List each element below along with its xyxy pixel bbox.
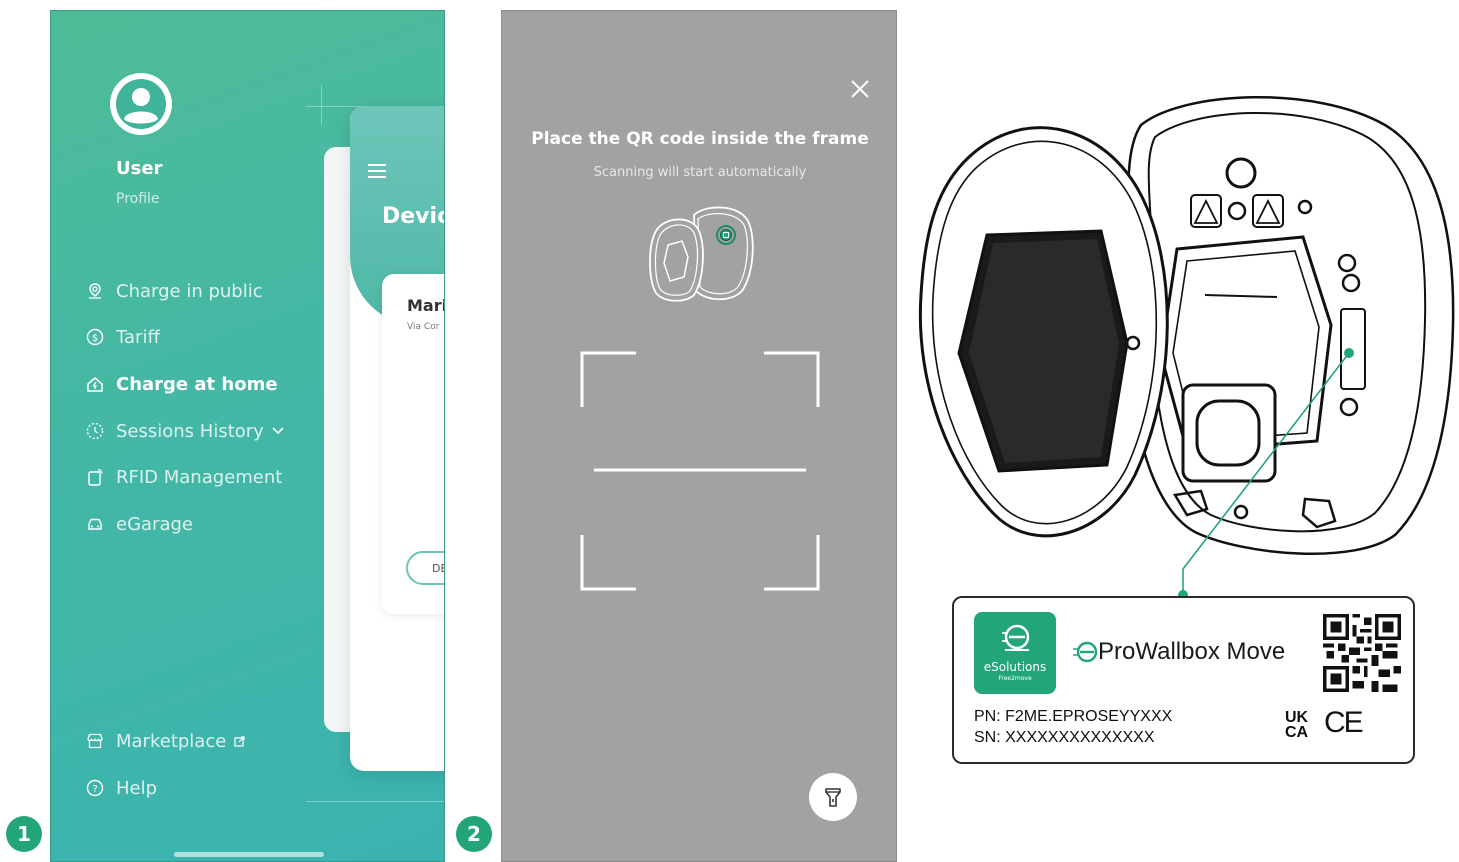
device-item-card[interactable]: Mari Via Cor DE	[382, 274, 445, 614]
svg-text:?: ?	[92, 784, 97, 795]
device-item-address: Via Cor	[407, 322, 440, 332]
store-icon	[85, 731, 105, 751]
user-profile-link[interactable]: Profile	[116, 191, 160, 207]
wallbox-device-illustration	[918, 95, 1455, 600]
menu-item-label: eGarage	[116, 513, 193, 535]
user-icon	[116, 79, 166, 129]
side-menu-screen: Devic Mari Via Cor DE User Profile Charg…	[50, 10, 445, 862]
ukca-mark: UK CA	[1285, 709, 1309, 741]
decor-line	[306, 801, 444, 802]
menu-item-label: Sessions History	[116, 420, 264, 442]
close-icon[interactable]	[848, 77, 872, 101]
step-badge-1: 1	[6, 816, 42, 852]
home-charge-icon	[85, 374, 105, 394]
scan-title: Place the QR code inside the frame	[531, 129, 869, 149]
qr-code-icon	[1323, 614, 1401, 692]
menu-item-tariff[interactable]: $ Tariff	[85, 323, 160, 351]
product-name-text: ProWallbox Move	[1098, 638, 1286, 665]
ce-mark: CE	[1324, 706, 1364, 739]
menu-item-marketplace[interactable]: Marketplace	[85, 727, 245, 755]
svg-text:$: $	[92, 333, 98, 344]
step-badge-2: 2	[456, 816, 492, 852]
location-pin-icon	[85, 281, 105, 301]
brand-name: eSolutions	[983, 660, 1047, 674]
part-number: PN: F2ME.EPROSEYYXXX	[974, 708, 1173, 725]
esolutions-logo-icon	[1002, 624, 1030, 651]
flashlight-icon	[825, 788, 841, 807]
chevron-down-icon[interactable]	[272, 427, 284, 435]
history-icon	[85, 421, 105, 441]
home-indicator	[174, 852, 324, 857]
ukca-mark-bottom: CA	[1285, 724, 1309, 741]
menu-item-help[interactable]: ? Help	[85, 774, 157, 802]
menu-item-sessions-history[interactable]: Sessions History	[85, 417, 284, 445]
menu-item-label: Charge in public	[116, 280, 263, 302]
user-name[interactable]: User	[116, 158, 162, 179]
menu-item-label: Tariff	[116, 326, 160, 348]
menu-item-rfid-management[interactable]: RFID Management	[85, 463, 282, 491]
dollar-coin-icon: $	[85, 327, 105, 347]
serial-number: SN: XXXXXXXXXXXXXX	[974, 729, 1155, 746]
external-link-icon	[234, 735, 245, 747]
menu-item-label: RFID Management	[116, 466, 283, 488]
rfid-card-icon	[85, 467, 105, 487]
ukca-mark-top: UK	[1285, 709, 1309, 726]
wallbox-illustration	[649, 206, 754, 302]
scan-subtitle: Scanning will start automatically	[593, 165, 807, 180]
avatar[interactable]	[110, 73, 172, 135]
menu-item-charge-in-public[interactable]: Charge in public	[85, 277, 263, 305]
scan-frame	[580, 351, 820, 591]
menu-item-charge-at-home[interactable]: Charge at home	[85, 370, 278, 398]
decor-line	[321, 85, 322, 125]
device-details-button[interactable]: DE	[406, 551, 444, 585]
menu-item-label: Marketplace	[116, 730, 227, 752]
brand-subtitle: Free2move	[998, 675, 1032, 682]
qr-scanner-screen: Place the QR code inside the frame Scann…	[501, 10, 897, 862]
device-item-name: Mari	[407, 296, 445, 315]
esolutions-logo: eSolutions Free2move	[974, 612, 1056, 694]
devices-title: Devic	[382, 204, 445, 229]
menu-item-label: Charge at home	[116, 373, 278, 395]
flashlight-button[interactable]	[809, 773, 857, 821]
product-logo-icon	[1073, 641, 1098, 663]
hamburger-menu-icon[interactable]	[368, 164, 386, 178]
menu-item-label: Help	[116, 777, 158, 799]
device-card[interactable]: Devic Mari Via Cor DE	[350, 106, 445, 771]
menu-item-egarage[interactable]: eGarage	[85, 510, 193, 538]
product-label: eSolutions Free2move ProWallbox Move PN:…	[952, 596, 1415, 764]
product-name: ProWallbox Move	[1072, 638, 1285, 666]
car-icon	[85, 514, 105, 534]
help-circle-icon: ?	[85, 778, 105, 798]
